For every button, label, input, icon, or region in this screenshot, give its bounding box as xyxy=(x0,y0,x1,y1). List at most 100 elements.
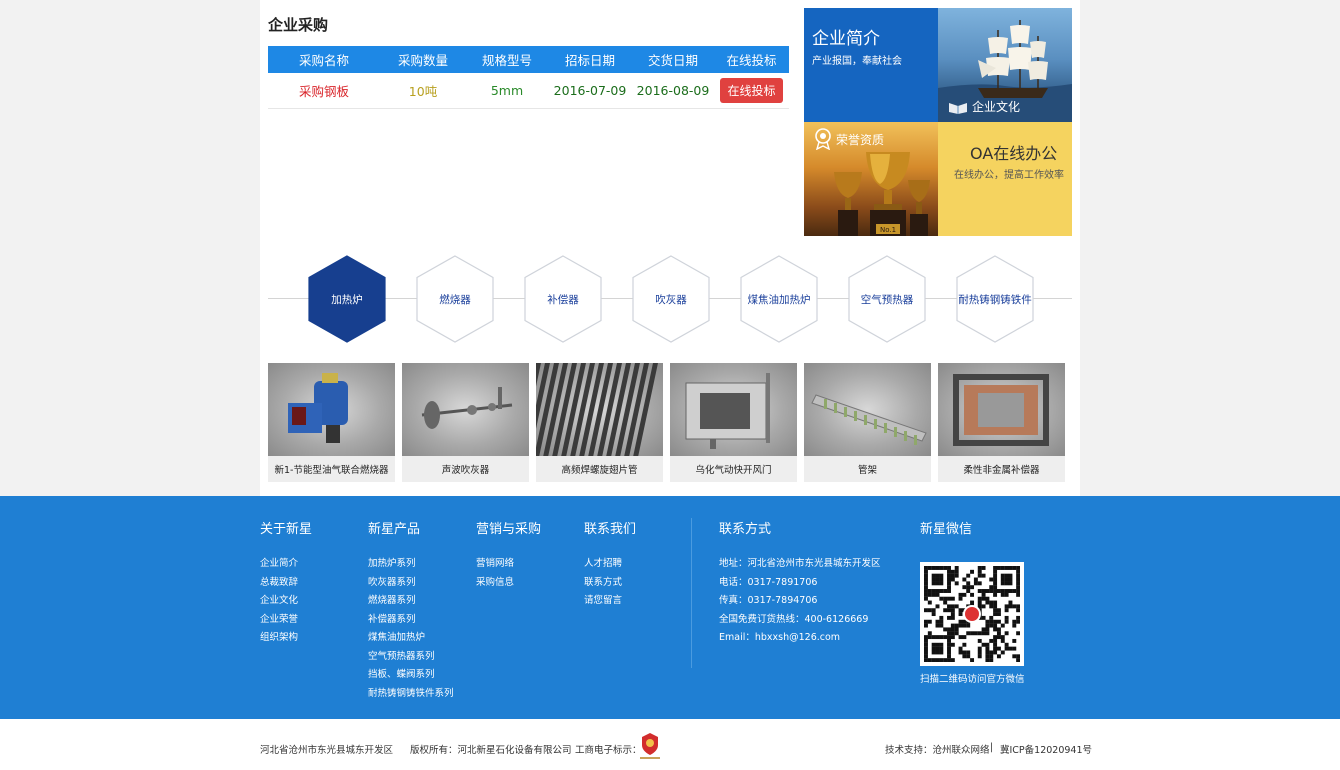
footer-sales-title: 营销与采购 xyxy=(476,522,542,537)
category-label: 燃烧器 xyxy=(439,293,471,306)
footer-link[interactable]: 燃烧器系列 xyxy=(368,592,454,611)
row-action-cell: 在线投标 xyxy=(714,78,789,103)
footer-col-sales: 营销与采购 营销网络 采购信息 xyxy=(476,518,541,592)
online-bid-button[interactable]: 在线投标 xyxy=(720,78,783,103)
category-hex-6[interactable]: 空气预热器 xyxy=(848,255,926,343)
footer-info-line: 传真：0317-7894706 xyxy=(719,595,818,606)
tile-intro-title: 企业简介 xyxy=(812,29,880,49)
product-photo xyxy=(811,394,927,445)
col-header-action: 在线投标 xyxy=(726,53,777,68)
page: 企业采购 采购名称 采购数量 规格型号 招标日期 交货日期 在线投标 采购钢板 … xyxy=(0,0,1340,770)
footer-link[interactable]: 营销网络 xyxy=(476,555,541,574)
wechat-qr-caption: 扫描二维码访问官方微信 xyxy=(920,674,1025,685)
feature-tiles: 企业简介 产业报国，奉献社会 企业文化 No.1 荣誉资质 OA在线办公 在线办… xyxy=(804,8,1072,236)
tile-culture-label: 企业文化 xyxy=(948,98,1020,115)
table-row: 采购钢板 10吨 5mm 2016-07-09 2016-08-09 在线投标 xyxy=(268,73,789,109)
category-hex-3[interactable]: 补偿器 xyxy=(524,255,602,343)
footer-divider xyxy=(691,518,692,668)
row-delivery-date: 2016-08-09 xyxy=(636,83,710,98)
row-bid-date: 2016-07-09 xyxy=(553,83,627,98)
footer-col-about: 关于新星 企业简介 总裁致辞 企业文化 企业荣誉 组织架构 xyxy=(260,518,312,648)
product-card-5[interactable]: 管架 xyxy=(804,363,931,482)
book-icon xyxy=(949,102,967,114)
footer-link[interactable]: 企业文化 xyxy=(260,592,312,611)
footer-link[interactable]: 吹灰器系列 xyxy=(368,574,454,593)
col-header-qty: 采购数量 xyxy=(397,53,448,68)
footer-link[interactable]: 采购信息 xyxy=(476,574,541,593)
bottom-address: 河北省沧州市东光县城东开发区 xyxy=(260,745,394,756)
product-photo xyxy=(288,373,348,443)
product-name: 乌化气动快开风门 xyxy=(695,465,772,476)
footer-link[interactable]: 空气预热器系列 xyxy=(368,648,454,667)
footer-col-info: 联系方式 地址：河北省沧州市东光县城东开发区 电话：0317-7891706 传真：… xyxy=(719,518,881,648)
footer-info-line: Email：hbxxsh@126.com xyxy=(719,632,841,643)
category-hex-4[interactable]: 吹灰器 xyxy=(632,255,710,343)
product-image xyxy=(804,363,931,456)
footer-col-products: 新星产品 加热炉系列 吹灰器系列 燃烧器系列 补偿器系列 煤焦油加热炉 空气预热器系列 挡板… xyxy=(368,518,454,703)
footer-link[interactable]: 总裁致辞 xyxy=(260,574,312,593)
product-card-2[interactable]: 声波吹灰器 xyxy=(402,363,529,482)
tile-oa-subtitle: 在线办公，提高工作效率 xyxy=(954,170,1064,181)
footer-link[interactable]: 煤焦油加热炉 xyxy=(368,629,454,648)
tile-oa-office[interactable]: OA在线办公 在线办公，提高工作效率 xyxy=(938,122,1072,236)
footer-info-line-list: 地址：河北省沧州市东光县城东开发区 电话：0317-7891706 传真：0317-… xyxy=(719,555,881,648)
footer-link-list: 人才招聘 联系方式 请您留言 xyxy=(584,555,636,611)
product-card-3[interactable]: 高频焊螺旋翅片管 xyxy=(536,363,663,482)
tile-culture-text: 企业文化 xyxy=(972,100,1021,114)
tile-oa-title: OA在线办公 xyxy=(970,144,1058,163)
qr-code-image xyxy=(924,566,1021,663)
procurement-table-header: 采购名称 采购数量 规格型号 招标日期 交货日期 在线投标 xyxy=(268,46,789,73)
footer-link[interactable]: 请您留言 xyxy=(584,592,636,611)
tile-company-intro[interactable]: 企业简介 产业报国，奉献社会 xyxy=(804,8,938,122)
category-label: 补偿器 xyxy=(547,293,579,306)
product-card-4[interactable]: 乌化气动快开风门 xyxy=(670,363,797,482)
product-name: 新1-节能型油气联合燃烧器 xyxy=(274,465,389,476)
category-hex-7[interactable]: 耐热铸钢铸铁件 xyxy=(956,255,1034,343)
category-label: 空气预热器 xyxy=(860,293,914,306)
row-name-link[interactable]: 采购钢板 xyxy=(268,81,380,100)
footer-link-list: 营销网络 采购信息 xyxy=(476,555,541,592)
wechat-qr-code xyxy=(920,562,1024,666)
tile-intro-subtitle: 产业报国，奉献社会 xyxy=(812,56,902,67)
category-label: 加热炉 xyxy=(331,293,363,306)
product-name: 管架 xyxy=(857,465,877,476)
footer-about-title: 关于新星 xyxy=(260,522,313,537)
footer-info-line: 电话：0317-7891706 xyxy=(719,576,818,588)
footer-link[interactable]: 企业简介 xyxy=(260,555,312,574)
footer-link[interactable]: 联系方式 xyxy=(584,574,636,593)
bottom-icp-number[interactable]: 冀ICP备12020941号 xyxy=(1000,742,1092,756)
business-license-emblem-icon[interactable] xyxy=(638,731,662,761)
product-image xyxy=(268,363,395,456)
category-hex-2[interactable]: 燃烧器 xyxy=(416,255,494,343)
row-spec: 5mm xyxy=(490,83,524,98)
footer-col-wechat: 新星微信 xyxy=(920,518,972,555)
product-name: 柔性非金属补偿器 xyxy=(963,465,1040,476)
tile-company-culture[interactable]: 企业文化 xyxy=(938,8,1072,122)
footer-link[interactable]: 挡板、蝶阀系列 xyxy=(368,666,454,685)
category-hex-5[interactable]: 煤焦油加热炉 xyxy=(740,255,818,343)
product-photo xyxy=(536,363,659,456)
footer-link[interactable]: 人才招聘 xyxy=(584,555,636,574)
footer: 关于新星 企业简介 总裁致辞 企业文化 企业荣誉 组织架构 新星产品 加热炉系列 吹灰器系… xyxy=(0,496,1340,719)
col-header-name: 采购名称 xyxy=(298,53,349,68)
footer-wechat-title: 新星微信 xyxy=(920,522,973,537)
footer-info-line: 全国免费订货热线：400-6126669 xyxy=(719,613,869,625)
product-card-1[interactable]: 新1-节能型油气联合燃烧器 xyxy=(268,363,395,482)
footer-link[interactable]: 组织架构 xyxy=(260,629,312,648)
row-qty: 10吨 xyxy=(408,84,438,99)
product-card-6[interactable]: 柔性非金属补偿器 xyxy=(938,363,1065,482)
bottom-support[interactable]: 技术支持：沧州联众网络 xyxy=(885,742,990,756)
footer-link[interactable]: 补偿器系列 xyxy=(368,611,454,630)
product-image xyxy=(402,363,529,456)
product-name: 高频焊螺旋翅片管 xyxy=(561,465,638,476)
product-photo xyxy=(953,374,1049,446)
footer-link-list: 加热炉系列 吹灰器系列 燃烧器系列 补偿器系列 煤焦油加热炉 空气预热器系列 挡板、蝶阀系列… xyxy=(368,555,454,703)
footer-link[interactable]: 加热炉系列 xyxy=(368,555,454,574)
category-hex-1[interactable]: 加热炉 xyxy=(308,255,386,343)
category-label: 吹灰器 xyxy=(655,293,687,306)
tile-honors[interactable]: No.1 荣誉资质 xyxy=(804,122,938,236)
footer-link[interactable]: 企业荣誉 xyxy=(260,611,312,630)
footer-link[interactable]: 耐热铸钢铸铁件系列 xyxy=(368,685,454,704)
product-image xyxy=(938,363,1065,456)
bottom-copyright: 版权所有：河北新星石化设备有限公司 xyxy=(410,745,572,756)
